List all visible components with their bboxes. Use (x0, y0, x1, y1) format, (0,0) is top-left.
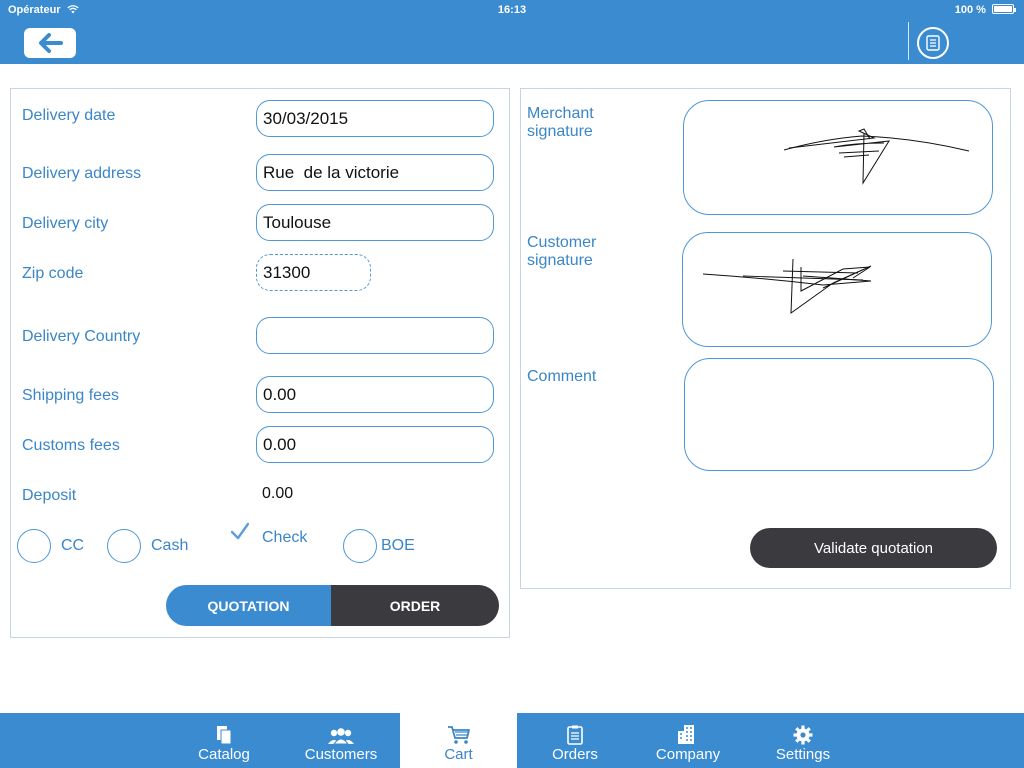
delivery-date-label: Delivery date (22, 107, 116, 124)
customers-icon (328, 728, 354, 745)
order-segment[interactable]: ORDER (331, 585, 499, 626)
tab-label: Cart (444, 746, 473, 763)
orders-icon (567, 725, 583, 745)
battery-icon (992, 4, 1016, 14)
deposit-label: Deposit (22, 487, 77, 504)
customs-fees-field[interactable] (256, 426, 494, 463)
merchant-signature-label: Merchant signature (527, 105, 594, 140)
tab-settings[interactable]: Settings (762, 713, 844, 768)
delivery-address-label: Delivery address (22, 165, 142, 182)
zip-code-field[interactable] (256, 254, 371, 291)
nav-divider (908, 22, 909, 60)
validate-quotation-button[interactable]: Validate quotation (750, 528, 997, 568)
top-bar: Opérateur 16:13 100 % (0, 0, 1024, 64)
delivery-address-field[interactable] (256, 154, 494, 191)
tab-label: Settings (775, 746, 831, 763)
customer-signature-label: Customer signature (527, 234, 597, 269)
back-button[interactable] (24, 28, 76, 58)
tab-company[interactable]: Company (643, 713, 733, 768)
payment-option-cash[interactable]: Cash (107, 529, 188, 563)
status-battery: 100 % (954, 4, 1016, 16)
delivery-city-field[interactable] (256, 204, 494, 241)
customer-signature-drawing (702, 258, 872, 314)
payment-label-cc: CC (61, 537, 85, 554)
company-icon (678, 725, 694, 744)
radio-circle (343, 529, 377, 563)
quotation-segment[interactable]: QUOTATION (166, 585, 331, 626)
customs-fees-label: Customs fees (22, 437, 120, 454)
comment-label: Comment (527, 368, 597, 385)
shipping-fees-label: Shipping fees (22, 387, 119, 404)
payment-option-check[interactable]: Check (228, 522, 308, 547)
tab-orders[interactable]: Orders (535, 713, 615, 768)
tab-label: Customers (304, 746, 378, 763)
document-button[interactable] (917, 27, 949, 59)
payment-label-check: Check (262, 529, 308, 546)
delivery-country-field[interactable] (256, 317, 494, 354)
app: Opérateur 16:13 100 % Delivery date 30/0… (0, 0, 1024, 768)
payment-option-boe[interactable]: BOE (343, 529, 415, 563)
payment-option-cc[interactable]: CC (17, 529, 84, 563)
tab-cart[interactable]: Cart (400, 713, 517, 768)
tab-label: Orders (552, 746, 598, 763)
mode-segmented-control: QUOTATION ORDER (166, 585, 499, 626)
delivery-city-label: Delivery city (22, 215, 109, 232)
radio-circle (107, 529, 141, 563)
arrow-left-icon (39, 33, 63, 53)
tab-customers[interactable]: Customers (290, 713, 392, 768)
tab-label: Catalog (198, 746, 250, 763)
signature-panel: Merchant signature Customer signature Co… (520, 88, 1011, 589)
cart-icon (447, 726, 470, 744)
deposit-value: 0.00 (262, 485, 294, 502)
tab-bar: Catalog Customers Cart Orders Company Se… (0, 713, 1024, 768)
checkmark-icon (230, 522, 250, 540)
delivery-form-panel: Delivery date Delivery address Delivery … (10, 88, 510, 638)
status-time: 16:13 (497, 4, 527, 16)
gear-icon (793, 725, 813, 745)
delivery-country-label: Delivery Country (22, 328, 141, 345)
zip-code-label: Zip code (22, 265, 84, 282)
tab-label: Company (655, 746, 721, 763)
comment-field[interactable] (684, 358, 994, 471)
battery-percent: 100 % (954, 4, 986, 16)
merchant-signature-pad[interactable] (683, 100, 993, 215)
delivery-date-field[interactable] (256, 100, 494, 137)
catalog-icon (217, 726, 232, 745)
customer-signature-pad[interactable] (682, 232, 992, 347)
merchant-signature-drawing (783, 128, 970, 185)
document-icon (926, 35, 940, 51)
tab-catalog[interactable]: Catalog (178, 713, 270, 768)
shipping-fees-field[interactable] (256, 376, 494, 413)
payment-label-cash: Cash (151, 537, 189, 554)
payment-label-boe: BOE (381, 537, 415, 554)
radio-circle (17, 529, 51, 563)
